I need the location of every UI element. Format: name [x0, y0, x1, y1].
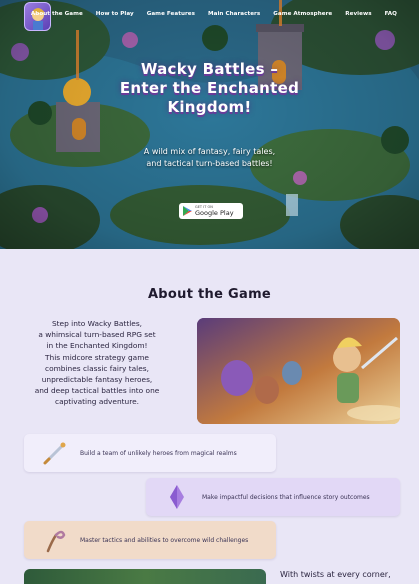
nav-link-about[interactable]: About the Game [31, 11, 83, 17]
about-line: combines classic fairy tales, [45, 363, 149, 373]
about-line: unpredictable fantasy heroes, [41, 375, 153, 385]
top-navigation: About the Game How to Play Game Features… [0, 0, 419, 34]
nav-link-main-characters[interactable]: Main Characters [208, 11, 260, 17]
about-line: in the Enchanted Kingdom! [46, 341, 148, 351]
feature-card-tactics: Master tactics and abilities to overcome… [24, 521, 276, 559]
nav-link-reviews[interactable]: Reviews [345, 11, 371, 17]
about-paragraph: Step into Wacky Battles, a whimsical tur… [24, 318, 170, 408]
feature-label: Master tactics and abilities to overcome… [80, 536, 249, 544]
about-line: a whimsical turn-based RPG set [38, 330, 156, 340]
hero-subtitle: A wild mix of fantasy, fairy tales, and … [0, 146, 419, 170]
about-section-title: About the Game [147, 287, 272, 302]
hero-title-line: Wacky Battles – [140, 60, 279, 78]
twists-text: With twists at every corner, [280, 570, 391, 579]
staff-icon [46, 530, 66, 553]
feature-card-decisions: Make impactful decisions that influence … [146, 478, 400, 516]
store-button-name: Google Play [195, 209, 234, 217]
nav-links: About the Game How to Play Game Features… [31, 11, 397, 17]
sword-icon [43, 442, 66, 465]
hero-title-line: Kingdom! [167, 98, 252, 116]
nav-link-faq[interactable]: FAQ [385, 11, 397, 17]
feature-label: Make impactful decisions that influence … [202, 493, 370, 501]
battle-scene-image [197, 318, 400, 424]
about-line: captivating adventure. [55, 397, 139, 407]
hero-subtitle-line: A wild mix of fantasy, fairy tales, [143, 147, 276, 156]
about-line: and deep tactical battles into one [34, 386, 160, 396]
nav-link-game-features[interactable]: Game Features [147, 11, 195, 17]
google-play-icon [183, 206, 192, 216]
nav-link-how-to-play[interactable]: How to Play [96, 11, 134, 17]
crystal-icon [170, 485, 184, 509]
feature-label: Build a team of unlikely heroes from mag… [80, 449, 237, 457]
hero-title-line: Enter the Enchanted [119, 79, 300, 97]
feature-card-team: Build a team of unlikely heroes from mag… [24, 434, 276, 472]
hero-title: Wacky Battles – Enter the Enchanted King… [0, 60, 419, 117]
about-line: This midcore strategy game [45, 352, 149, 362]
google-play-button[interactable]: GET IT ON Google Play [179, 203, 243, 219]
about-line: Step into Wacky Battles, [51, 319, 143, 328]
hero-subtitle-line: and tactical turn-based battles! [146, 159, 273, 168]
nav-link-game-atmosphere[interactable]: Game Atmosphere [273, 11, 332, 17]
forest-scene-image [24, 569, 266, 584]
hero-section: About the Game How to Play Game Features… [0, 0, 419, 249]
